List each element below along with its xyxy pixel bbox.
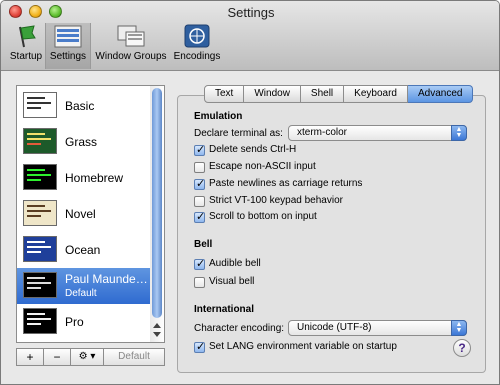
toolbar-item-encodings[interactable]: Encodings: [171, 23, 223, 69]
checkbox-box: ✓: [194, 277, 205, 288]
checkbox-box: ✓: [194, 196, 205, 207]
profile-item-basic[interactable]: Basic: [17, 88, 150, 124]
scroll-down-arrow-icon[interactable]: [153, 332, 161, 337]
profile-thumbnail: [23, 92, 57, 118]
tab-advanced[interactable]: Advanced: [407, 85, 474, 103]
profile-name: Basic: [65, 99, 95, 113]
profile-thumbnail: [23, 164, 57, 190]
checkmark-icon: ✓: [196, 178, 206, 190]
help-button[interactable]: ?: [453, 339, 471, 357]
profile-thumbnail: [23, 272, 57, 298]
profile-list-scrollbar[interactable]: [150, 85, 165, 343]
profile-thumbnail: [23, 308, 57, 334]
settings-tabs: Text Window Shell Keyboard Advanced: [204, 85, 474, 103]
profile-default-badge: Default: [65, 288, 97, 299]
add-profile-button[interactable]: +: [16, 348, 44, 366]
profile-name: Grass: [65, 135, 98, 149]
checkbox-label: Set LANG environment variable on startup: [209, 341, 397, 352]
startup-flag-icon: [19, 25, 36, 48]
checkbox-box: ✓: [194, 144, 206, 156]
settings-window: Settings Startup Settings Window Groups …: [0, 0, 500, 385]
popup-arrows-icon: ▲ ▼: [451, 320, 467, 336]
profile-name: Ocean: [65, 243, 101, 257]
checkmark-icon: ✓: [196, 144, 206, 156]
profile-item-paul-maunders[interactable]: Paul Maunde… Default: [17, 268, 150, 304]
toolbar-item-startup[interactable]: Startup: [7, 23, 45, 69]
declare-terminal-select[interactable]: xterm-color ▲ ▼: [288, 125, 467, 141]
toolbar-item-window-groups[interactable]: Window Groups: [93, 23, 169, 69]
tab-window[interactable]: Window: [244, 85, 301, 103]
declare-terminal-value: xterm-color: [297, 127, 348, 138]
toolbar-item-label: Settings: [49, 51, 87, 62]
tab-keyboard[interactable]: Keyboard: [344, 85, 408, 103]
settings-icon: [54, 25, 82, 48]
toolbar-item-label: Window Groups: [95, 51, 167, 62]
checkbox-box: ✓: [194, 258, 206, 270]
profile-thumbnail: [23, 128, 57, 154]
window-title: Settings: [227, 5, 275, 20]
checkbox-label: Scroll to bottom on input: [209, 211, 317, 222]
window-groups-icon: [117, 25, 145, 47]
checkbox-box: ✓: [194, 178, 206, 190]
checkbox-box: ✓: [194, 341, 206, 353]
checkbox-box: ✓: [194, 162, 205, 173]
toolbar: Settings Startup Settings Window Groups …: [1, 1, 499, 71]
profile-item-novel[interactable]: Novel: [17, 196, 150, 232]
character-encoding-value: Unicode (UTF-8): [297, 322, 372, 333]
profile-list[interactable]: Basic Grass Homebrew Novel Ocean Paul Ma…: [16, 85, 165, 343]
profile-name: Homebrew: [65, 171, 124, 185]
popup-arrows-icon: ▲ ▼: [451, 125, 467, 141]
remove-profile-button[interactable]: −: [43, 348, 71, 366]
profile-item-pro[interactable]: Pro: [17, 304, 150, 340]
checkbox-label: Paste newlines as carriage returns: [209, 178, 363, 189]
profile-thumbnail: [23, 200, 57, 226]
profile-item-grass[interactable]: Grass: [17, 124, 150, 160]
toolbar-item-settings[interactable]: Settings: [45, 23, 91, 69]
profile-item-ocean[interactable]: Ocean: [17, 232, 150, 268]
checkbox-label: Escape non-ASCII input: [209, 161, 316, 172]
profile-item-homebrew[interactable]: Homebrew: [17, 160, 150, 196]
checkbox-label: Delete sends Ctrl-H: [209, 144, 297, 155]
character-encoding-select[interactable]: Unicode (UTF-8) ▲ ▼: [288, 320, 467, 336]
character-encoding-label: Character encoding:: [194, 323, 285, 334]
declare-terminal-label: Declare terminal as:: [194, 128, 283, 139]
emulation-heading: Emulation: [194, 111, 243, 122]
bell-heading: Bell: [194, 239, 213, 250]
checkbox-label: Audible bell: [209, 258, 261, 269]
checkbox-label: Strict VT-100 keypad behavior: [209, 195, 343, 206]
profile-thumbnail: [23, 236, 57, 262]
profile-name: Pro: [65, 315, 84, 329]
checkmark-icon: ✓: [196, 211, 206, 223]
checkmark-icon: ✓: [196, 258, 206, 270]
default-button[interactable]: Default: [103, 348, 165, 366]
international-heading: International: [194, 304, 255, 315]
checkmark-icon: ✓: [196, 341, 206, 353]
profile-name: Paul Maunde…: [65, 272, 148, 286]
toolbar-item-label: Encodings: [173, 51, 221, 62]
profile-actions-button[interactable]: ⚙ ▾: [70, 348, 104, 366]
tab-text[interactable]: Text: [204, 85, 245, 103]
scroll-up-arrow-icon[interactable]: [153, 323, 161, 328]
toolbar-item-label: Startup: [9, 51, 43, 62]
globe-encodings-icon: [184, 24, 210, 48]
tab-shell[interactable]: Shell: [300, 85, 345, 103]
scrollbar-thumb[interactable]: [152, 88, 162, 318]
checkbox-box: ✓: [194, 211, 206, 223]
profile-name: Novel: [65, 207, 96, 221]
checkbox-label: Visual bell: [209, 276, 255, 287]
